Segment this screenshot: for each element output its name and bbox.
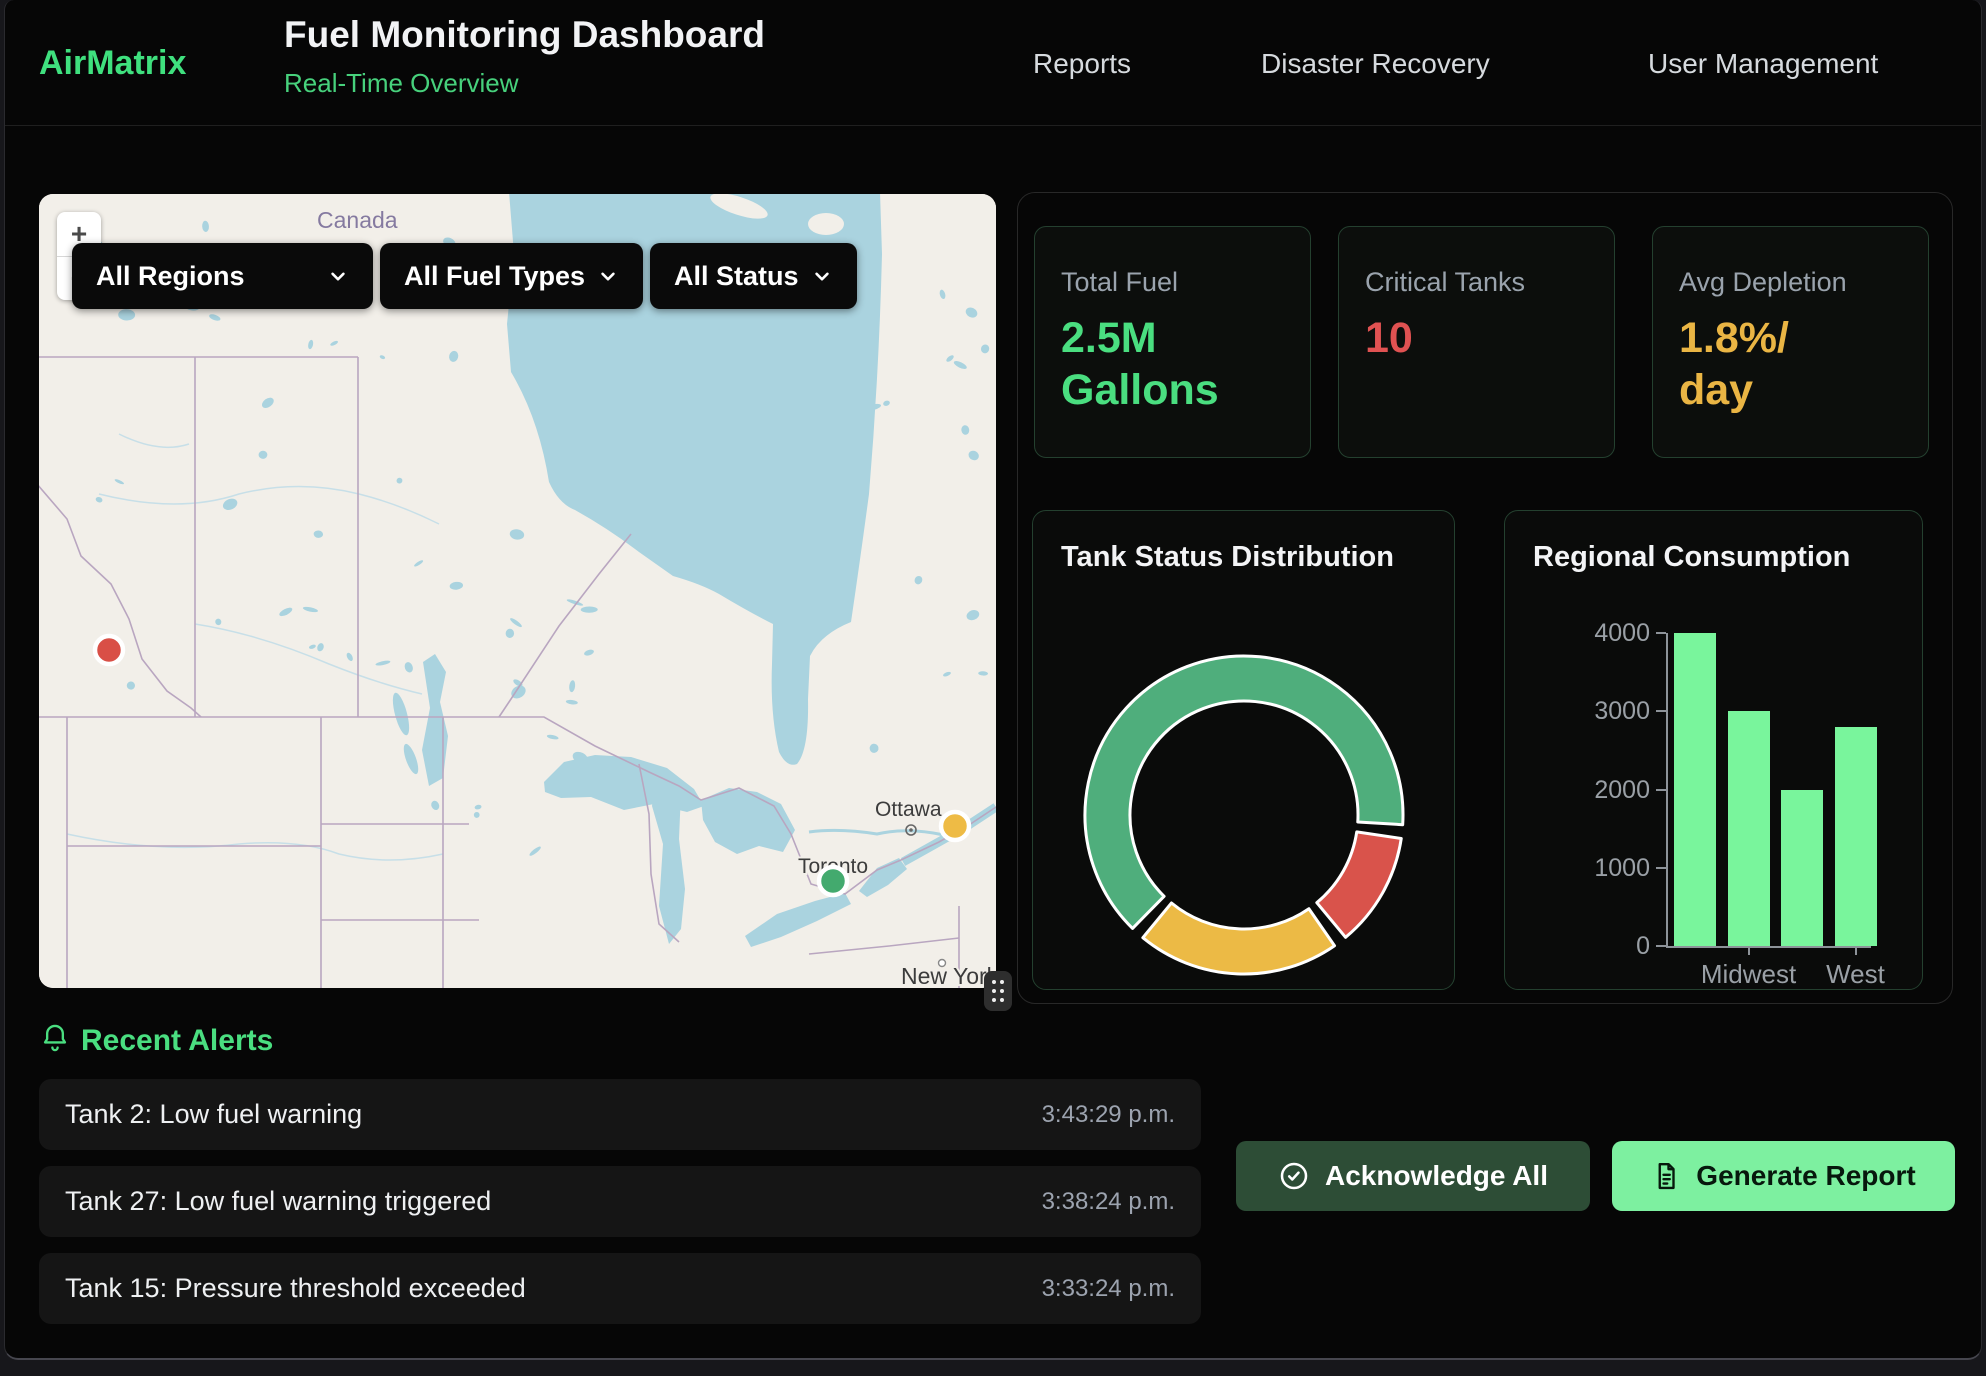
bar-region-3 [1835, 727, 1877, 946]
page-subtitle: Real-Time Overview [284, 68, 519, 99]
resize-grip-handle[interactable] [984, 971, 1012, 1011]
map-island [808, 213, 844, 235]
chevron-down-icon [595, 263, 621, 289]
status-filter-select[interactable]: All Status [650, 243, 857, 309]
stat-card-critical-tanks: Critical Tanks 10 [1338, 226, 1615, 458]
map-marker-critical[interactable] [95, 636, 123, 664]
map-label-new-york: New York [901, 963, 996, 988]
y-axis-tick-label: 0 [1586, 932, 1650, 960]
fuel-type-filter-select[interactable]: All Fuel Types [380, 243, 643, 309]
bar-region-0 [1674, 633, 1716, 946]
chevron-down-icon [325, 263, 351, 289]
bar-region-1 [1728, 711, 1770, 946]
region-filter-select[interactable]: All Regions [72, 243, 373, 309]
grip-dots-icon [989, 977, 1007, 1005]
map-filters: All Regions All Fuel Types All Status [72, 243, 857, 309]
map-label-ottawa: Ottawa [875, 798, 942, 821]
chevron-down-icon [809, 263, 835, 289]
y-axis-tick-label: 4000 [1586, 619, 1650, 647]
chart-title: Tank Status Distribution [1061, 541, 1394, 574]
alert-timestamp: 3:43:29 p.m. [1042, 1101, 1175, 1129]
nav-disaster-recovery[interactable]: Disaster Recovery [1261, 48, 1490, 80]
header: AirMatrix Fuel Monitoring Dashboard Real… [5, 0, 1981, 126]
stat-value: 10 [1365, 312, 1588, 364]
regional-consumption-bar-chart: 0 1000 2000 3000 4000 MidwestWest [1505, 511, 1922, 989]
y-axis-tick-label: 3000 [1586, 697, 1650, 725]
tank-status-donut-chart [1033, 511, 1456, 991]
page-title: Fuel Monitoring Dashboard [284, 14, 765, 56]
app-window: AirMatrix Fuel Monitoring Dashboard Real… [4, 0, 1982, 1360]
donut-segment-warning [1143, 903, 1335, 974]
brand-logo: AirMatrix [39, 44, 186, 83]
stat-card-total-fuel: Total Fuel 2.5MGallons [1034, 226, 1311, 458]
map-canvas: Canada Ottawa Toronto New York [39, 194, 996, 988]
generate-report-button[interactable]: Generate Report [1612, 1141, 1955, 1211]
nav-user-management[interactable]: User Management [1648, 48, 1878, 80]
map-panel[interactable]: Canada Ottawa Toronto New York + − All R… [39, 194, 996, 988]
alert-timestamp: 3:38:24 p.m. [1042, 1188, 1175, 1216]
generate-report-label: Generate Report [1696, 1160, 1915, 1192]
tank-status-chart-card: Tank Status Distribution [1032, 510, 1455, 990]
acknowledge-all-button[interactable]: Acknowledge All [1236, 1141, 1590, 1211]
y-axis-tick-label: 2000 [1586, 776, 1650, 804]
check-circle-icon [1278, 1160, 1310, 1192]
alerts-heading: Recent Alerts [81, 1024, 273, 1058]
x-axis-tick-label: West [1796, 959, 1916, 990]
alert-row[interactable]: Tank 27: Low fuel warning triggered 3:38… [39, 1166, 1201, 1237]
region-filter-value: All Regions [96, 261, 245, 292]
map-marker-normal[interactable] [819, 867, 847, 895]
overview-panel: Total Fuel 2.5MGallons Critical Tanks 10… [1017, 192, 1953, 1004]
stat-value: 2.5MGallons [1061, 312, 1284, 417]
y-axis-tick-label: 1000 [1586, 854, 1650, 882]
alert-row[interactable]: Tank 15: Pressure threshold exceeded 3:3… [39, 1253, 1201, 1324]
map-marker-warning[interactable] [941, 812, 969, 840]
donut-segment-critical [1317, 832, 1401, 937]
alert-timestamp: 3:33:24 p.m. [1042, 1275, 1175, 1303]
status-filter-value: All Status [674, 261, 799, 292]
nav-reports[interactable]: Reports [1033, 48, 1131, 80]
stat-value: 1.8%/day [1679, 312, 1902, 417]
map-label-canada: Canada [317, 207, 398, 233]
x-axis-tick-label: Midwest [1689, 959, 1809, 990]
map-ottawa-symbol-dot [909, 828, 913, 832]
stat-label: Total Fuel [1061, 267, 1284, 298]
alert-message: Tank 2: Low fuel warning [65, 1099, 362, 1130]
bell-icon [39, 1022, 71, 1056]
bar-region-2 [1781, 790, 1823, 947]
alert-row[interactable]: Tank 2: Low fuel warning 3:43:29 p.m. [39, 1079, 1201, 1150]
stat-label: Critical Tanks [1365, 267, 1588, 298]
regional-consumption-chart-card: Regional Consumption 01000200030004000Mi… [1504, 510, 1923, 990]
alert-message: Tank 27: Low fuel warning triggered [65, 1186, 491, 1217]
acknowledge-all-label: Acknowledge All [1325, 1160, 1548, 1192]
document-icon [1651, 1161, 1681, 1191]
stat-card-avg-depletion: Avg Depletion 1.8%/day [1652, 226, 1929, 458]
stat-label: Avg Depletion [1679, 267, 1902, 298]
alert-message: Tank 15: Pressure threshold exceeded [65, 1273, 526, 1304]
fuel-type-filter-value: All Fuel Types [404, 261, 585, 292]
